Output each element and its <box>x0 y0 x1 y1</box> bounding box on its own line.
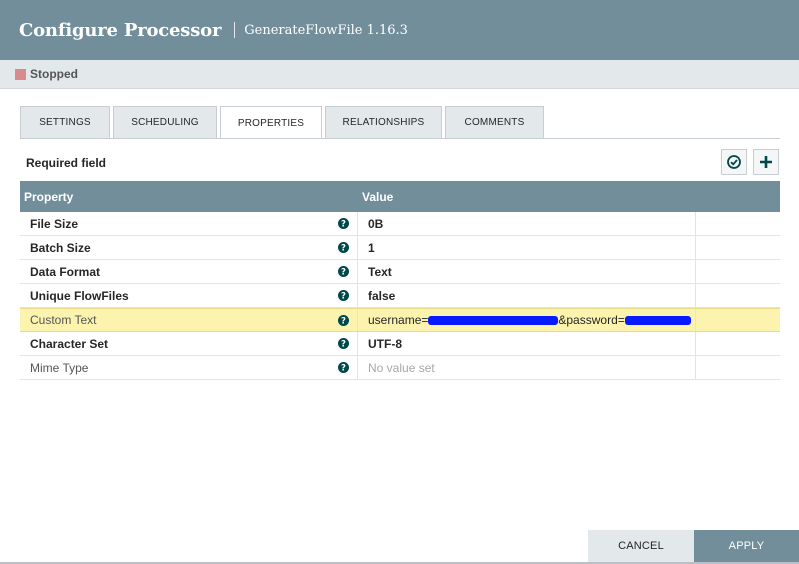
processor-type: GenerateFlowFile 1.16.3 <box>244 22 408 38</box>
tab-bar: SETTINGS SCHEDULING PROPERTIES RELATIONS… <box>20 106 547 139</box>
row-actions <box>696 284 780 307</box>
apply-button[interactable]: APPLY <box>694 530 799 562</box>
property-value[interactable]: username= &password= <box>358 309 696 331</box>
table-row[interactable]: File Size ? 0B <box>20 212 780 236</box>
property-name: Batch Size <box>30 240 91 255</box>
column-header-value: Value <box>362 189 394 204</box>
title-separator <box>234 22 236 38</box>
row-actions <box>696 236 780 259</box>
property-name-cell: Mime Type ? <box>20 356 358 379</box>
add-property-button[interactable] <box>753 149 779 175</box>
tab-relationships[interactable]: RELATIONSHIPS <box>325 106 442 138</box>
property-name-cell: Data Format ? <box>20 260 358 283</box>
properties-table: Property Value File Size ? 0B Batch Size… <box>20 181 780 380</box>
table-row[interactable]: Mime Type ? No value set <box>20 356 780 380</box>
svg-text:?: ? <box>341 268 346 277</box>
property-name: File Size <box>30 216 79 231</box>
tab-properties[interactable]: PROPERTIES <box>220 106 322 139</box>
table-row[interactable]: Unique FlowFiles ? false <box>20 284 780 308</box>
stopped-icon <box>15 68 26 80</box>
property-name: Custom Text <box>30 313 97 327</box>
table-row[interactable]: Data Format ? Text <box>20 260 780 284</box>
property-value[interactable]: No value set <box>358 356 696 379</box>
dialog-header: Configure Processor GenerateFlowFile 1.1… <box>0 0 799 60</box>
table-row[interactable]: Batch Size ? 1 <box>20 236 780 260</box>
help-icon[interactable]: ? <box>338 314 349 326</box>
required-field-label: Required field <box>26 156 107 170</box>
status-bar: Stopped <box>0 60 799 89</box>
help-icon[interactable]: ? <box>338 362 349 373</box>
svg-text:?: ? <box>341 316 346 325</box>
row-actions <box>696 212 780 235</box>
property-value[interactable]: 1 <box>358 236 696 259</box>
help-icon[interactable]: ? <box>338 290 349 301</box>
help-icon[interactable]: ? <box>338 338 349 349</box>
cancel-button[interactable]: CANCEL <box>588 530 694 562</box>
check-circle-icon <box>727 155 741 169</box>
property-name-cell: File Size ? <box>20 212 358 235</box>
dialog-title: Configure Processor <box>19 19 222 41</box>
help-icon[interactable]: ? <box>338 266 349 277</box>
table-row-selected[interactable]: Custom Text ? username= &password= <box>20 308 780 332</box>
svg-text:?: ? <box>341 340 346 349</box>
value-mid: &password= <box>558 313 625 327</box>
property-name-cell: Custom Text ? <box>20 309 358 331</box>
svg-text:?: ? <box>341 292 346 301</box>
table-row[interactable]: Character Set ? UTF-8 <box>20 332 780 356</box>
column-header-property: Property <box>24 189 74 204</box>
property-name: Unique FlowFiles <box>30 288 129 303</box>
property-value[interactable]: Text <box>358 260 696 283</box>
property-value[interactable]: UTF-8 <box>358 332 696 355</box>
row-actions <box>696 309 780 331</box>
tab-comments[interactable]: COMMENTS <box>445 106 544 138</box>
row-actions <box>696 332 780 355</box>
value-prefix: username= <box>368 313 429 327</box>
plus-icon <box>760 156 772 168</box>
property-name-cell: Character Set ? <box>20 332 358 355</box>
property-name: Mime Type <box>30 360 89 375</box>
status-label: Stopped <box>30 67 78 81</box>
tab-scheduling[interactable]: SCHEDULING <box>113 106 217 138</box>
redaction-mark <box>428 315 559 325</box>
row-actions <box>696 356 780 379</box>
help-icon[interactable]: ? <box>338 242 349 253</box>
property-value[interactable]: false <box>358 284 696 307</box>
svg-text:?: ? <box>341 364 346 373</box>
property-name-cell: Batch Size ? <box>20 236 358 259</box>
property-name-cell: Unique FlowFiles ? <box>20 284 358 307</box>
help-icon[interactable]: ? <box>338 218 349 229</box>
svg-text:?: ? <box>341 244 346 253</box>
property-value[interactable]: 0B <box>358 212 696 235</box>
property-name: Data Format <box>30 264 101 279</box>
verify-properties-button[interactable] <box>721 149 747 175</box>
row-actions <box>696 260 780 283</box>
table-header: Property Value <box>20 181 780 212</box>
property-name: Character Set <box>30 336 109 351</box>
tab-underline <box>20 138 780 139</box>
tab-settings[interactable]: SETTINGS <box>20 106 110 138</box>
redaction-mark <box>624 315 691 325</box>
svg-text:?: ? <box>341 220 346 229</box>
